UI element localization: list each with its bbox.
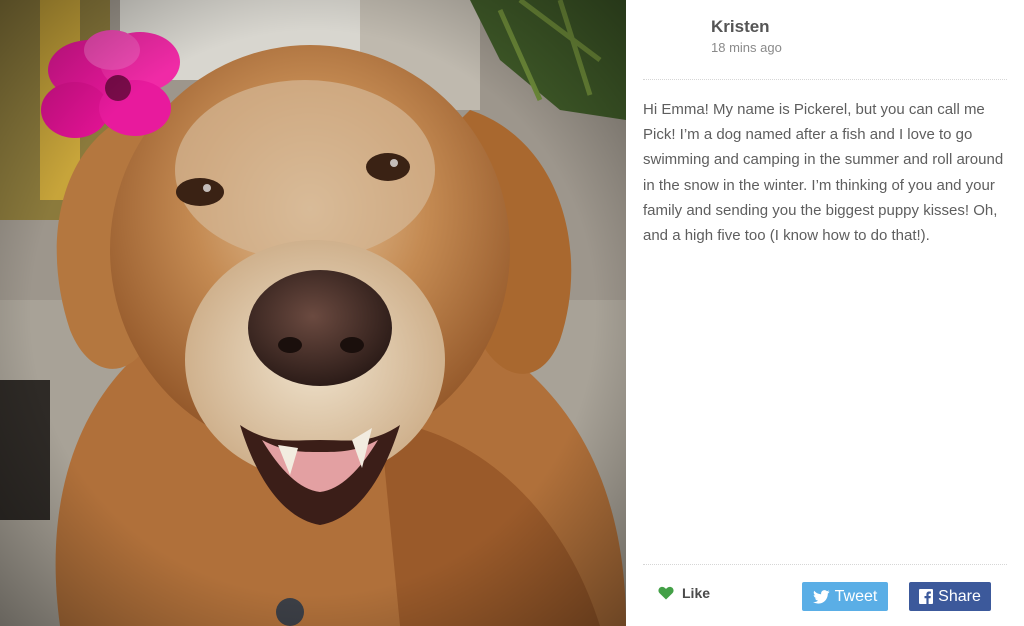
post-message: Hi Emma! My name is Pickerel, but you ca… [643,101,1004,245]
tweet-button[interactable]: Tweet [802,582,888,611]
author-block: Kristen 18 mins ago [711,17,782,56]
like-label: Like [682,585,711,601]
facebook-share-button[interactable]: Share [909,582,991,611]
like-button[interactable]: Like [658,585,710,601]
dog-photo-illustration [0,0,626,626]
author-name[interactable]: Kristen [711,17,782,37]
post-photo [0,0,626,626]
heart-icon [658,586,674,600]
twitter-bird-icon [812,589,830,604]
post-panel: Kristen 18 mins ago Hi Emma! My name is … [626,0,1024,626]
share-label: Share [938,587,981,605]
post-viewer: Kristen 18 mins ago Hi Emma! My name is … [0,0,1024,626]
footer-divider [643,564,1007,565]
post-timestamp: 18 mins ago [711,40,782,55]
facebook-icon [919,589,934,604]
tweet-label: Tweet [834,587,878,605]
header-divider [643,79,1007,80]
